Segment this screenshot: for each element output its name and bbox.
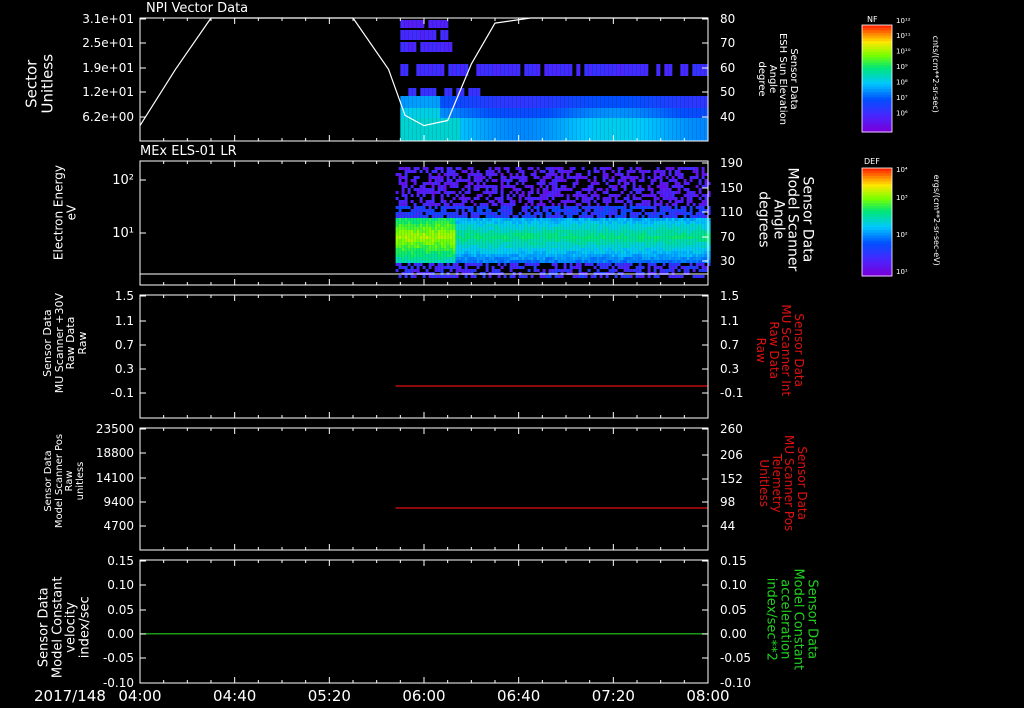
panel1-left-tick: 6.2e+00 [82,110,134,124]
panel5-left-tick: 0.15 [107,554,134,568]
panel1-left-tick: 1.9e+01 [82,61,134,75]
panel3-right-tick: 0.3 [720,362,739,376]
panel2-right-tick: 190 [720,156,743,170]
panel2-right-tick: 150 [720,181,743,195]
colorbar1-tick: 10¹⁰ [896,48,911,56]
colorbar1-tick: 10⁹ [896,63,908,71]
panel4-right-tick: 152 [720,472,743,486]
chart-canvas: 3.1e+01 2.5e+01 1.9e+01 1.2e+01 6.2e+00 80 70 6… [82,12,911,705]
panel5-right-tick: -0.05 [720,651,751,665]
panel4-left-tick: 4700 [103,519,134,533]
panel4-right-label: Sensor Data MU Scanner Pos Telemetry Uni… [757,435,810,532]
colorbar2-top: 10⁴ [896,166,908,174]
panel5-right-tick: 0.15 [720,554,747,568]
panel4-right-tick: 98 [720,495,735,509]
panel4-left-tick: 9400 [103,495,134,509]
time-tick-label: 06:40 [497,687,540,705]
panel4-frame [139,427,709,551]
panel1-right-tick: 80 [720,12,735,26]
colorbar1-unit: cnts/(cm**2-sr-sec) [931,35,941,113]
panel1-left-label: Sector Unitless [22,53,56,114]
panel2-right-label: Sensor Data Model Scanner Angle degrees [755,167,816,272]
colorbar2-tick: 10² [896,231,908,239]
panel3-right-tick: 1.5 [720,289,739,303]
panel5-left-label: Sensor Data Model Constant velocity inde… [36,576,93,679]
panel2-left-label: Electron Energy eV [51,165,78,261]
panel1-right-tick: 50 [720,85,735,99]
panel3-left-tick: 1.5 [115,289,134,303]
panel3-left-label: Sensor Data MU Scanner +30V Raw Data Raw [40,292,89,394]
panel1-heatmap [400,20,709,141]
panel3-left-tick: 0.7 [115,338,134,352]
panel1-left-tick: 2.5e+01 [82,36,134,50]
panel4-left-tick: 23500 [96,422,134,436]
panel2-right-tick: 70 [720,230,735,244]
panel5-frame [139,559,709,684]
panel4-right-tick: 206 [720,448,743,462]
panel5-left-tick: 0.00 [107,627,134,641]
panel5-right-label: Sensor Data Model Constant acceleration … [763,568,820,671]
panel5-right-tick: 0.05 [720,603,747,617]
panel5-left-tick: -0.05 [103,651,134,665]
time-tick-label: 06:00 [402,687,445,705]
panel4-right-tick: 260 [720,422,743,436]
panel4-left-tick: 14100 [96,471,134,485]
panel1-right-tick: 70 [720,36,735,50]
panel2-left-tick: 10² [112,173,134,188]
panel4-right-tick: 44 [720,519,735,533]
panel2-right-tick: 110 [720,205,743,219]
colorbar2 [861,167,893,277]
panel2-right-tick: 30 [720,254,735,268]
time-tick-label: 04:40 [213,687,256,705]
time-tick-label: 07:20 [592,687,635,705]
time-tick-label: 04:00 [118,687,161,705]
panel1-left-tick: 3.1e+01 [82,12,134,26]
panel3-left-tick: 0.3 [115,362,134,376]
colorbar1-tick: 10⁸ [896,79,908,87]
colorbar1 [861,24,893,133]
time-tick-label: 08:00 [686,687,729,705]
panel2-title: MEx ELS-01 LR [140,144,237,159]
panel3-right-label: Sensor Data MU Scanner Int Raw Data Raw [754,304,807,397]
panel3-left-tick: 1.1 [115,314,134,328]
panel1-title: NPI Vector Data [146,1,249,16]
panel1-right-label: Sensor Data ESH Sun Elevation Angle degr… [756,32,800,126]
colorbar1-tick: 10⁷ [896,94,908,102]
colorbar2-unit: ergs/(cm**2-sr-sec-eV) [932,174,942,266]
colorbar1-tick: 10¹¹ [896,32,911,40]
panel5-right-tick: 0.10 [720,578,747,592]
panel1-right-tick: 60 [720,61,735,75]
panel2-heatmap [395,167,711,278]
date-label: 2017/148 [34,687,106,705]
panel2-left-tick: 10¹ [112,226,134,241]
panel4-left-label: Sensor Data Model Scanner Pos Raw unitle… [43,433,86,529]
colorbar2-label: DEF [864,157,880,166]
colorbar1-tick: 10⁶ [896,110,908,118]
colorbar2-tick: 10¹ [896,268,908,276]
panel3-right-tick: 1.1 [720,314,739,328]
panel1-left-tick: 1.2e+01 [82,85,134,99]
time-tick-label: 05:20 [308,687,351,705]
panel5-left-tick: 0.05 [107,603,134,617]
panel3-left-tick: -0.1 [111,386,134,400]
panel3-right-tick: 0.7 [720,338,739,352]
panel4-left-tick: 18800 [96,446,134,460]
panel5-right-tick: 0.00 [720,627,747,641]
colorbar2-tick: 10³ [896,194,908,202]
panel3-right-tick: -0.1 [720,386,743,400]
colorbar1-top: 10¹² [896,17,911,25]
panel3-frame [139,294,709,419]
colorbar1-label: NF [867,15,878,24]
panel5-left-tick: 0.10 [107,578,134,592]
panel1-right-tick: 40 [720,110,735,124]
